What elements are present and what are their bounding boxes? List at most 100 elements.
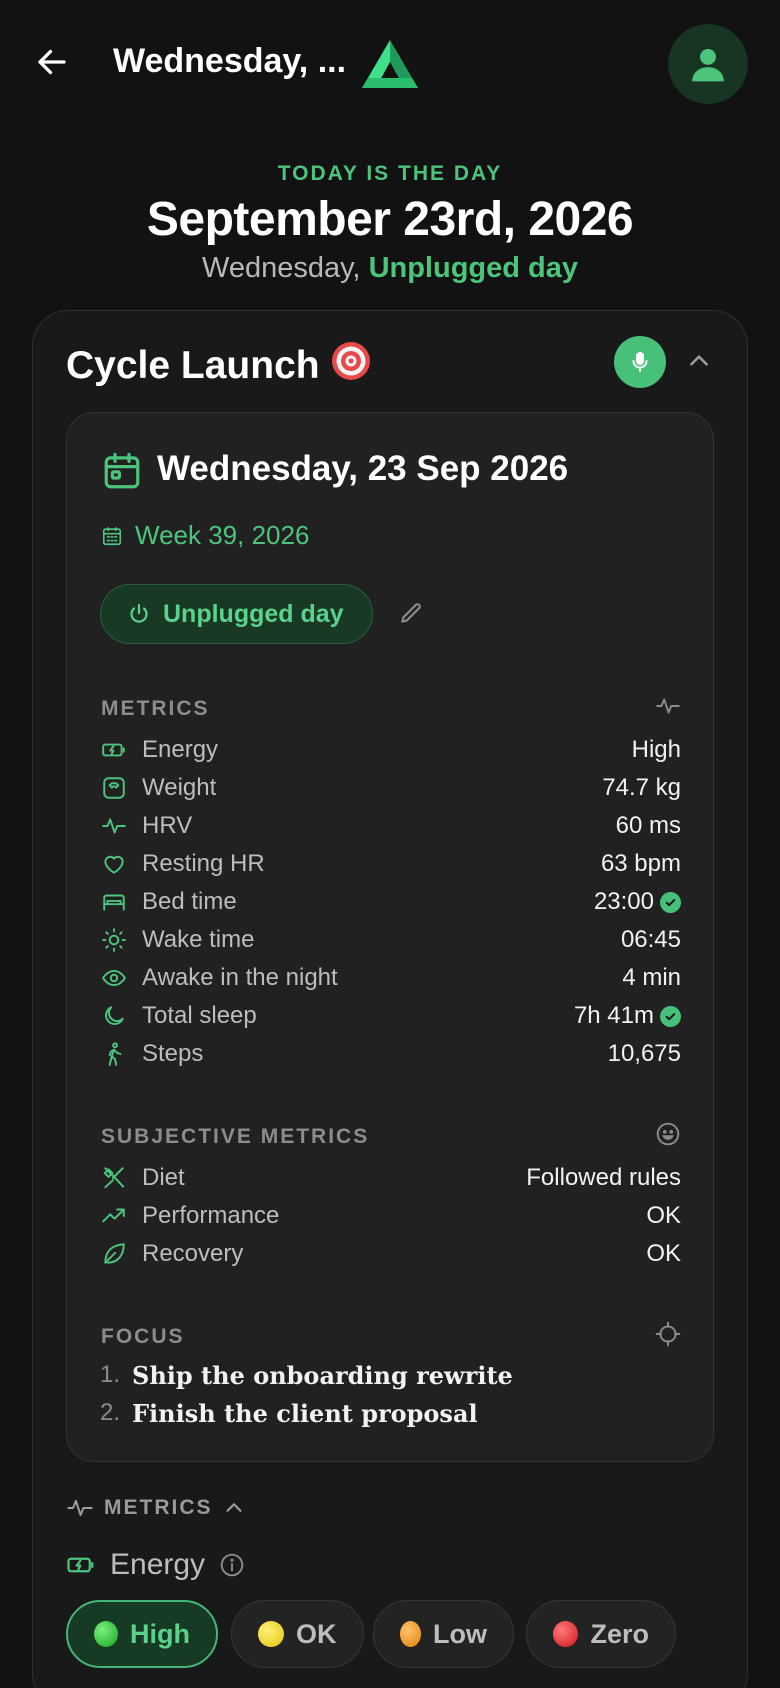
info-icon[interactable]	[219, 1552, 245, 1578]
scale-icon	[100, 774, 128, 802]
day-type-pill[interactable]: Unplugged day	[100, 584, 373, 644]
focus-item[interactable]: 2. Finish the client proposal	[100, 1394, 478, 1432]
focus-section-icon	[654, 1320, 682, 1348]
today-eyebrow: TODAY IS THE DAY	[277, 162, 503, 185]
metric-value-text: 06:45	[620, 926, 681, 953]
back-button[interactable]	[30, 40, 74, 84]
power-icon	[130, 603, 148, 623]
chevron-up-icon	[225, 1503, 242, 1512]
chevron-up-icon	[690, 355, 708, 366]
metric-row-awake-night[interactable]: Awake in the night 4 min	[100, 960, 681, 996]
day-type-label: Unplugged day	[163, 599, 344, 628]
battery-icon	[67, 1557, 94, 1573]
calendar-grid-icon	[102, 526, 122, 545]
week-text: Week 39, 2026	[135, 520, 310, 550]
crosshair-icon	[655, 1321, 681, 1347]
metric-value: 63 bpm	[601, 850, 681, 878]
moon-icon	[100, 1002, 128, 1030]
metric-row-bed-time[interactable]: Bed time 23:00	[100, 884, 681, 920]
target-emoji-icon	[330, 340, 372, 392]
metric-label: Diet	[142, 1164, 185, 1191]
avatar[interactable]	[668, 24, 748, 104]
metric-row-hrv[interactable]: HRV 60 ms	[100, 808, 681, 844]
focus-item[interactable]: 1. Ship the onboarding rewrite	[100, 1356, 513, 1394]
metric-value: 23:00	[594, 888, 681, 916]
energy-option-label: High	[130, 1618, 190, 1649]
metric-label: Weight	[142, 774, 217, 801]
metric-value-text: 10,675	[607, 1040, 681, 1067]
metric-value: 74.7 kg	[602, 774, 681, 802]
metric-value: 4 min	[622, 964, 681, 992]
pulse-icon	[656, 698, 680, 714]
subjective-metrics-heading: SUBJECTIVE METRICS	[101, 1125, 370, 1148]
today-date: September 23rd, 2026	[146, 193, 634, 246]
metric-value-text: 60 ms	[615, 812, 681, 839]
metric-row-steps[interactable]: Steps 10,675	[100, 1036, 681, 1072]
energy-option-low[interactable]: Low	[373, 1600, 514, 1668]
page-title: Wednesday, ...	[113, 42, 347, 80]
metric-row-total-sleep[interactable]: Total sleep 7h 41m	[100, 998, 681, 1034]
energy-field-header: Energy	[66, 1548, 245, 1582]
battery-icon	[100, 736, 128, 764]
user-icon	[692, 48, 724, 82]
metric-value-text: 4 min	[622, 964, 681, 991]
energy-option-label: Low	[433, 1618, 487, 1649]
metric-value: OK	[646, 1240, 681, 1268]
energy-label: Energy	[110, 1548, 206, 1581]
focus-number: 1.	[100, 1361, 121, 1388]
metric-row-energy[interactable]: Energy High	[100, 732, 681, 768]
cycle-title: Cycle Launch	[66, 340, 372, 392]
metrics-section-toggle[interactable]: METRICS	[66, 1494, 245, 1522]
collapse-card-button[interactable]	[684, 346, 714, 376]
energy-option-high[interactable]: High	[66, 1600, 218, 1668]
metric-value: 06:45	[621, 926, 681, 954]
metric-label: Recovery	[142, 1240, 244, 1267]
focus-heading: FOCUS	[101, 1325, 185, 1348]
metric-value: 60 ms	[616, 812, 681, 840]
check-icon	[660, 1005, 681, 1027]
metric-label: Steps	[142, 1040, 204, 1067]
smiley-icon	[656, 1122, 680, 1146]
pencil-icon	[401, 603, 421, 623]
metric-value: High	[632, 736, 681, 764]
metric-value: 7h 41m	[574, 1002, 681, 1030]
metrics-section-heading: METRICS	[104, 1496, 213, 1519]
voice-input-button[interactable]	[614, 336, 666, 388]
metric-row-weight[interactable]: Weight 74.7 kg	[100, 770, 681, 806]
metrics-section-icon	[654, 692, 682, 720]
energy-option-label: Zero	[590, 1618, 649, 1649]
microphone-icon	[632, 352, 648, 372]
metric-value-text: 74.7 kg	[602, 774, 681, 801]
metric-row-performance[interactable]: Performance OK	[100, 1198, 681, 1234]
triangle-logo-icon	[362, 40, 418, 88]
metric-row-resting-hr[interactable]: Resting HR 63 bpm	[100, 846, 681, 882]
trending-up-icon	[100, 1202, 128, 1230]
subjective-section-icon	[654, 1120, 682, 1148]
focus-number: 2.	[100, 1399, 121, 1426]
today-weekday: Wednesday,	[201, 252, 361, 284]
bed-icon	[100, 888, 128, 916]
energy-option-zero[interactable]: Zero	[526, 1600, 676, 1668]
edit-day-type-button[interactable]	[396, 598, 426, 628]
red-dot-icon	[553, 1621, 579, 1647]
leaf-icon	[100, 1240, 128, 1268]
metric-label: Total sleep	[142, 1002, 257, 1029]
metric-value: Followed rules	[526, 1164, 681, 1192]
pulse-icon	[100, 812, 128, 840]
metric-label: HRV	[142, 812, 193, 839]
metric-row-recovery[interactable]: Recovery OK	[100, 1236, 681, 1272]
metric-value-text: High	[631, 736, 681, 763]
day-title: Wednesday, 23 Sep 2026	[157, 449, 569, 488]
metric-value-text: 7h 41m	[573, 1002, 654, 1029]
metric-row-wake-time[interactable]: Wake time 06:45	[100, 922, 681, 958]
metric-value-text: 63 bpm	[600, 850, 681, 877]
yellow-dot-icon	[258, 1621, 284, 1647]
metric-value-text: 23:00	[593, 888, 654, 915]
metric-label: Wake time	[142, 926, 255, 953]
orange-dot-icon	[400, 1621, 421, 1647]
top-bar: Wednesday, ...	[0, 0, 780, 130]
energy-option-ok[interactable]: OK	[231, 1600, 364, 1668]
metric-row-diet[interactable]: Diet Followed rules	[100, 1160, 681, 1196]
week-label: Week 39, 2026	[101, 520, 309, 551]
calendar-icon	[104, 452, 140, 489]
